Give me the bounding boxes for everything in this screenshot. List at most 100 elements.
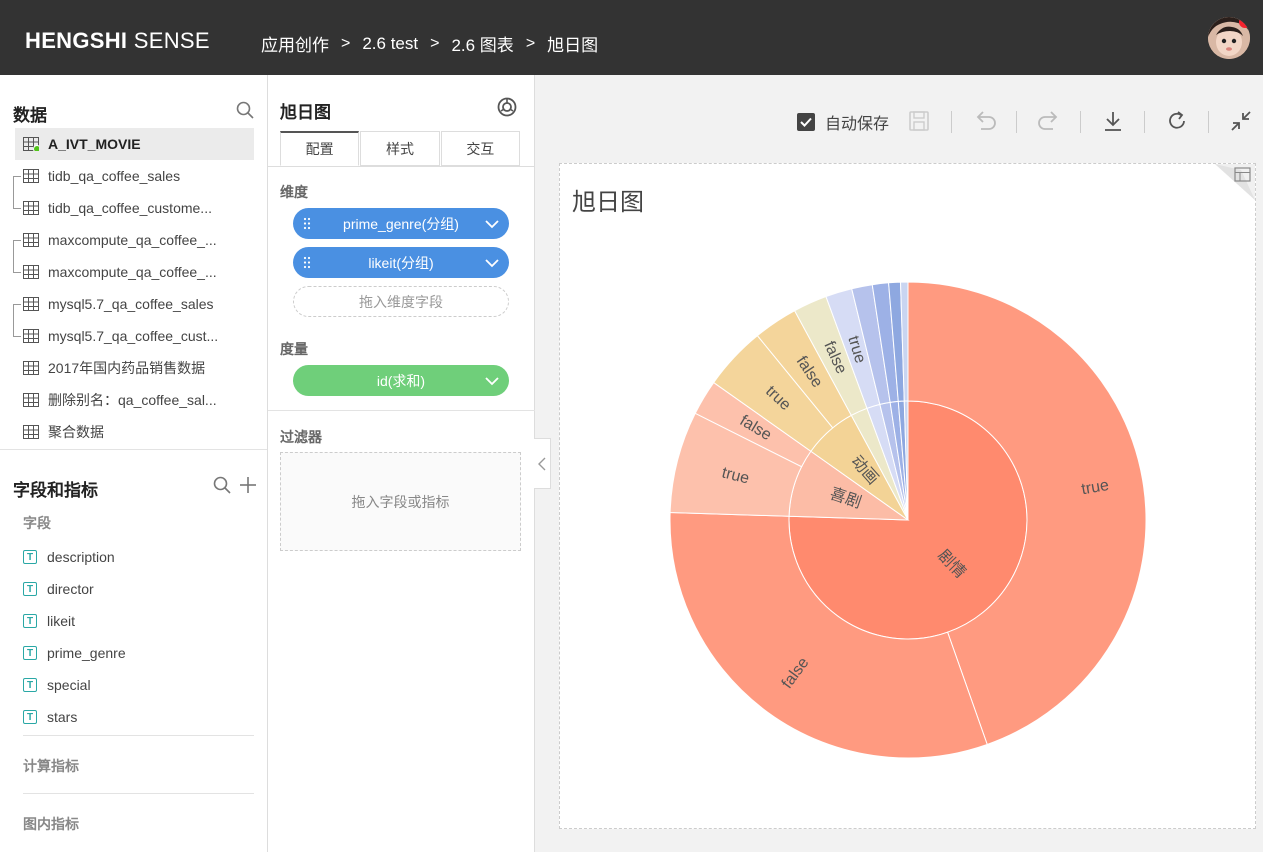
collapse-icon: [1231, 111, 1251, 131]
drag-handle-icon[interactable]: [303, 217, 311, 230]
field-label: director: [47, 581, 94, 597]
config-tabs: 配置 样式 交互: [280, 131, 521, 166]
dataset-label: mysql5.7_qa_coffee_sales: [48, 296, 214, 312]
chevron-left-icon: [538, 457, 546, 470]
field-label: special: [47, 677, 91, 693]
autosave-label: 自动保存: [825, 116, 890, 133]
dimension-label: 维度: [280, 184, 308, 200]
tab-style[interactable]: 样式: [360, 131, 440, 166]
download-button[interactable]: [1099, 107, 1127, 135]
dataset-item[interactable]: tidb_qa_coffee_custome...: [15, 192, 254, 224]
field-label: description: [47, 549, 115, 565]
breadcrumb-item-chart[interactable]: 旭日图: [547, 31, 598, 56]
toolbar-separator: [1080, 111, 1081, 133]
autosave-checkbox[interactable]: [797, 113, 815, 131]
field-item-likeit[interactable]: T likeit: [23, 607, 75, 635]
sunburst-chart[interactable]: 剧情喜剧动画 truefalsetruefalsetruefalsefalsetr…: [560, 164, 1255, 828]
filter-drop-zone[interactable]: 拖入字段或指标: [280, 452, 521, 551]
notification-dot: [1239, 17, 1250, 28]
save-icon: [909, 111, 929, 131]
download-icon: [1105, 112, 1121, 131]
text-type-icon: T: [23, 550, 37, 564]
filter-label: 过滤器: [280, 429, 322, 445]
breadcrumb-separator: >: [525, 34, 536, 52]
table-icon: [23, 201, 39, 215]
dataset-search-icon[interactable]: [235, 100, 255, 120]
field-item-description[interactable]: T description: [23, 543, 115, 571]
drag-handle-icon[interactable]: [303, 256, 311, 269]
section-divider: [268, 410, 535, 411]
dataset-item[interactable]: mysql5.7_qa_coffee_cust...: [15, 320, 254, 352]
toolbar-separator: [1144, 111, 1145, 133]
field-label: prime_genre: [47, 645, 126, 661]
text-type-icon: T: [23, 614, 37, 628]
chart-canvas[interactable]: 旭日图 剧情 喜剧 动画 true false true false true false fal…: [559, 163, 1256, 829]
chevron-down-icon[interactable]: [485, 374, 499, 388]
tab-interaction[interactable]: 交互: [440, 131, 520, 166]
top-bar: HENGSHI SENSE 应用创作 > 2.6 test > 2.6 图表 >…: [0, 0, 1263, 75]
text-type-icon: T: [23, 582, 37, 596]
dimension-pill-label: prime_genre(分组): [343, 215, 459, 232]
dataset-label: maxcompute_qa_coffee_...: [48, 264, 217, 280]
refresh-button[interactable]: [1163, 107, 1191, 135]
exit-fullscreen-button[interactable]: [1227, 107, 1255, 135]
add-field-icon[interactable]: [238, 475, 258, 495]
autosave-toggle[interactable]: 自动保存: [797, 110, 889, 134]
dataset-item-a-ivt-movie[interactable]: A_IVT_MOVIE: [15, 128, 254, 160]
logo-light: SENSE: [133, 28, 210, 53]
refresh-icon: [1169, 111, 1185, 129]
dataset-item[interactable]: maxcompute_qa_coffee_...: [15, 256, 254, 288]
sunburst-chart-type-icon[interactable]: [497, 97, 517, 117]
undo-button[interactable]: [971, 107, 999, 135]
table-icon: [23, 393, 39, 407]
dimension-drop-zone[interactable]: 拖入维度字段: [293, 286, 509, 317]
section-divider: [0, 449, 267, 450]
save-button[interactable]: [905, 107, 933, 135]
field-search-icon[interactable]: [212, 475, 232, 495]
table-icon: [23, 361, 39, 375]
dataset-item[interactable]: 2017年国内药品销售数据: [15, 352, 254, 384]
measure-pill-label: id(求和): [376, 372, 426, 389]
chart-config-panel: 旭日图 配置 样式 交互 维度 prime_genre(分组) likeit(分…: [268, 75, 535, 852]
breadcrumb-separator: >: [341, 34, 351, 52]
redo-icon: [1038, 111, 1058, 130]
breadcrumb-item-app[interactable]: 应用创作: [261, 31, 329, 56]
redo-button[interactable]: [1035, 107, 1063, 135]
dimension-pill-likeit[interactable]: likeit(分组): [293, 247, 509, 278]
undo-icon: [976, 111, 996, 130]
dataset-item[interactable]: mysql5.7_qa_coffee_sales: [15, 288, 254, 320]
breadcrumb-item-project[interactable]: 2.6 test: [362, 34, 418, 54]
table-icon: [23, 137, 41, 153]
logo-bold: HENGSHI: [25, 28, 128, 53]
calc-metrics-subtitle[interactable]: 计算指标: [23, 756, 79, 776]
dimension-pill-prime-genre[interactable]: prime_genre(分组): [293, 208, 509, 239]
toolbar-separator: [1016, 111, 1017, 133]
dataset-label: tidb_qa_coffee_sales: [48, 168, 181, 184]
inchart-metrics-subtitle[interactable]: 图内指标: [23, 814, 79, 834]
table-icon: [23, 233, 39, 247]
dataset-item[interactable]: tidb_qa_coffee_sales: [15, 160, 254, 192]
dataset-item[interactable]: 聚合数据: [15, 416, 254, 448]
data-panel: 数据 A_IVT_MOVIE tidb_qa_coffee_sales tidb…: [0, 75, 268, 852]
table-icon: [23, 297, 39, 311]
toolbar-separator: [1208, 111, 1209, 133]
collapse-panel-button[interactable]: [534, 438, 551, 489]
field-item-special[interactable]: T special: [23, 671, 91, 699]
app-logo[interactable]: HENGSHI SENSE: [25, 28, 210, 54]
chevron-down-icon[interactable]: [485, 256, 499, 270]
field-item-director[interactable]: T director: [23, 575, 94, 603]
user-avatar[interactable]: [1208, 17, 1250, 59]
field-item-prime-genre[interactable]: T prime_genre: [23, 639, 126, 667]
section-divider: [23, 735, 254, 736]
field-item-stars[interactable]: T stars: [23, 703, 77, 731]
measure-pill-id[interactable]: id(求和): [293, 365, 509, 396]
table-icon: [23, 169, 39, 183]
chevron-down-icon[interactable]: [485, 217, 499, 231]
fields-subtitle: 字段: [23, 515, 51, 531]
tab-config[interactable]: 配置: [280, 131, 360, 166]
breadcrumb-item-dashboard[interactable]: 2.6 图表: [451, 31, 513, 56]
text-type-icon: T: [23, 678, 37, 692]
dataset-item[interactable]: 删除别名：qa_coffee_sal...: [15, 384, 254, 416]
tab-underline: [268, 166, 535, 167]
dataset-item[interactable]: maxcompute_qa_coffee_...: [15, 224, 254, 256]
